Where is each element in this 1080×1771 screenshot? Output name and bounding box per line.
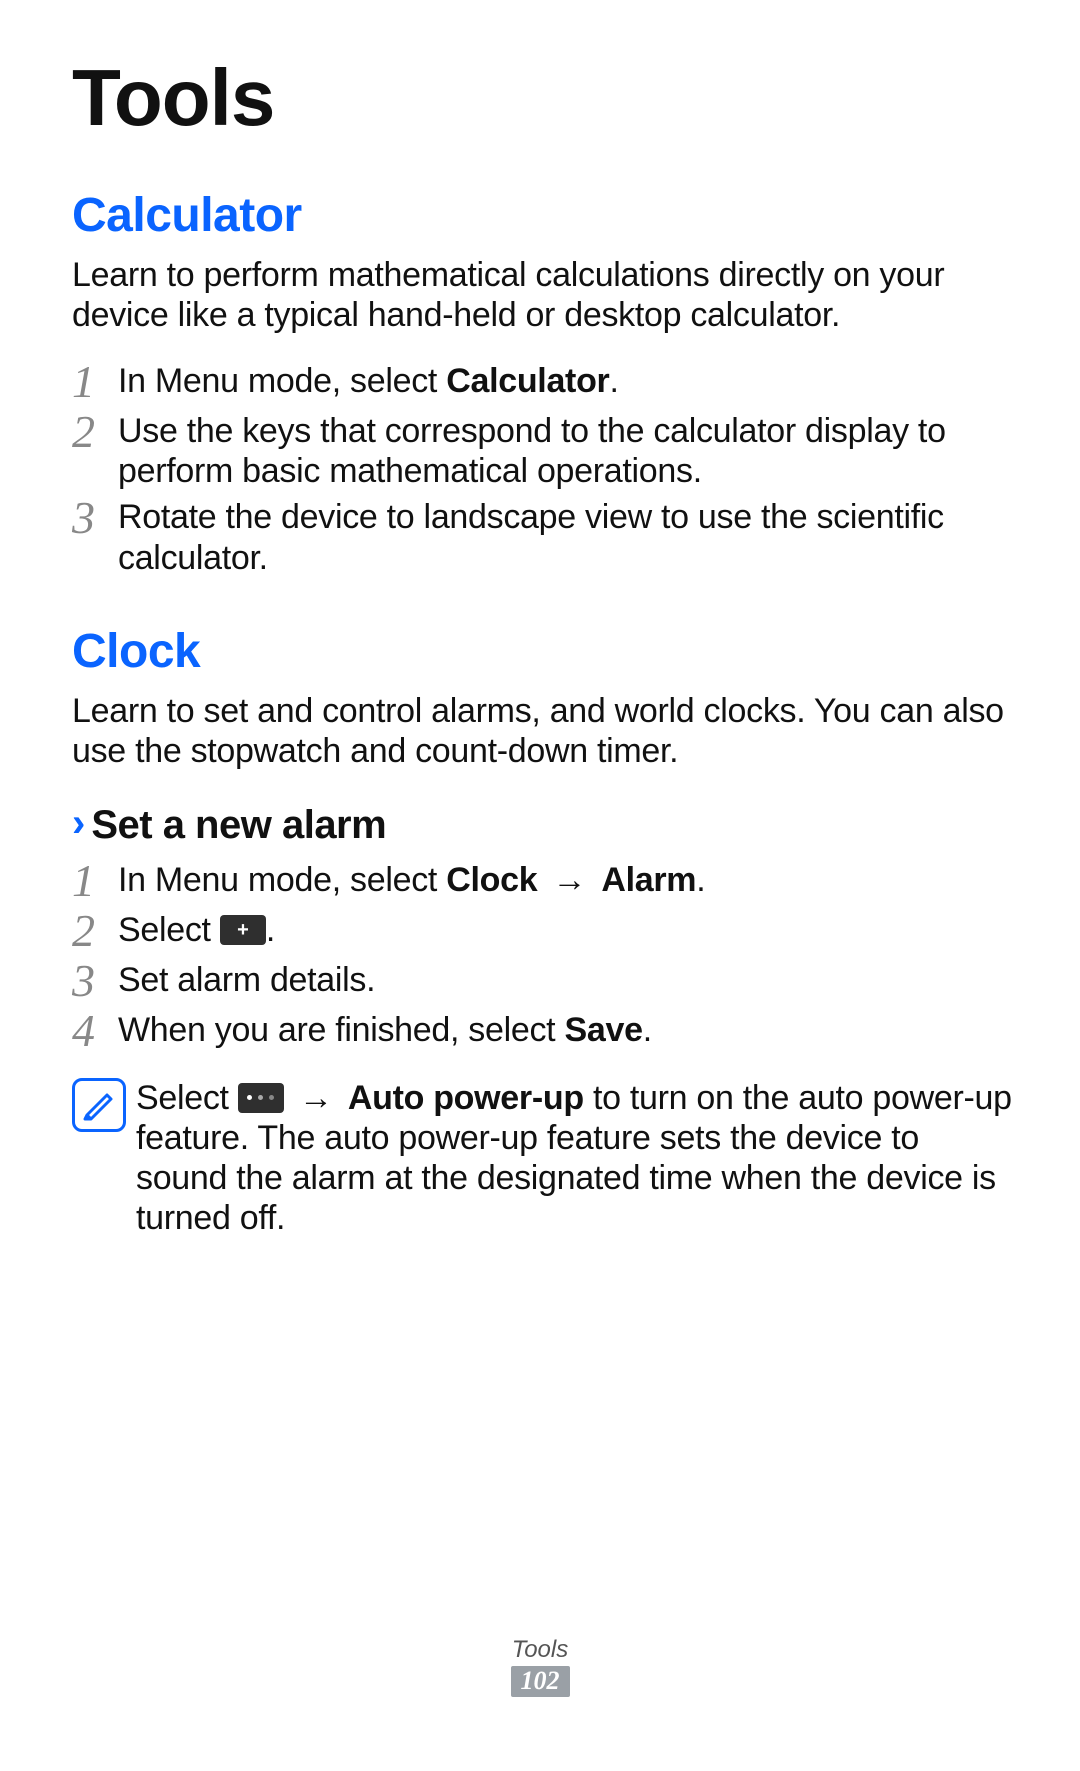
step-text: When you are finished, select Save.: [118, 1006, 652, 1050]
clock-step-4: 4 When you are finished, select Save.: [72, 1006, 1012, 1054]
clock-steps: 1 In Menu mode, select Clock → Alarm. 2 …: [72, 856, 1012, 1054]
subheading-text: Set a new alarm: [91, 803, 386, 848]
calculator-intro: Learn to perform mathematical calculatio…: [72, 255, 1012, 335]
text: .: [609, 362, 618, 400]
page-number: 102: [511, 1666, 570, 1697]
text: .: [696, 861, 705, 899]
page-footer: Tools 102: [0, 1636, 1080, 1697]
more-dots-icon: [238, 1083, 284, 1113]
step-text: Set alarm details.: [118, 956, 375, 1000]
text: In Menu mode, select: [118, 362, 446, 400]
note-icon: [72, 1078, 126, 1132]
clock-step-1: 1 In Menu mode, select Clock → Alarm.: [72, 856, 1012, 904]
text: .: [643, 1011, 652, 1049]
section-heading-clock: Clock: [72, 624, 1012, 679]
bold-text: Clock: [446, 861, 537, 899]
text: Select: [136, 1079, 238, 1117]
step-number: 3: [72, 493, 118, 541]
step-number: 3: [72, 956, 118, 1004]
clock-step-2: 2 Select +.: [72, 906, 1012, 954]
calculator-step-1: 1 In Menu mode, select Calculator.: [72, 357, 1012, 405]
note-icon-container: [72, 1074, 126, 1132]
text: When you are finished, select: [118, 1011, 564, 1049]
text: .: [266, 911, 275, 949]
clock-step-3: 3 Set alarm details.: [72, 956, 1012, 1004]
step-text: In Menu mode, select Calculator.: [118, 357, 619, 401]
bold-text: Save: [564, 1011, 642, 1049]
bold-text: Calculator: [446, 362, 609, 400]
text: Select: [118, 911, 220, 949]
arrow-text: →: [543, 861, 595, 899]
plus-icon: +: [220, 915, 266, 945]
note-block: Select → Auto power-up to turn on the au…: [72, 1074, 1012, 1238]
calculator-steps: 1 In Menu mode, select Calculator. 2 Use…: [72, 357, 1012, 577]
step-number: 4: [72, 1006, 118, 1054]
clock-intro: Learn to set and control alarms, and wor…: [72, 691, 1012, 771]
subheading-set-alarm: › Set a new alarm: [72, 803, 1012, 848]
step-number: 1: [72, 357, 118, 405]
note-text: Select → Auto power-up to turn on the au…: [126, 1074, 1012, 1238]
step-number: 2: [72, 906, 118, 954]
bold-text: Auto power-up: [348, 1079, 584, 1117]
calculator-step-3: 3 Rotate the device to landscape view to…: [72, 493, 1012, 577]
footer-chapter: Tools: [0, 1636, 1080, 1664]
calculator-step-2: 2 Use the keys that correspond to the ca…: [72, 407, 1012, 491]
step-text: Select +.: [118, 906, 275, 950]
bold-text: Alarm: [601, 861, 696, 899]
chevron-right-icon: ›: [72, 803, 85, 843]
step-number: 2: [72, 407, 118, 455]
page-title: Tools: [72, 56, 1012, 140]
section-heading-calculator: Calculator: [72, 188, 1012, 243]
step-text: In Menu mode, select Clock → Alarm.: [118, 856, 705, 900]
arrow-text: →: [290, 1079, 342, 1117]
step-text: Use the keys that correspond to the calc…: [118, 407, 1012, 491]
text: In Menu mode, select: [118, 861, 446, 899]
step-number: 1: [72, 856, 118, 904]
step-text: Rotate the device to landscape view to u…: [118, 493, 1012, 577]
